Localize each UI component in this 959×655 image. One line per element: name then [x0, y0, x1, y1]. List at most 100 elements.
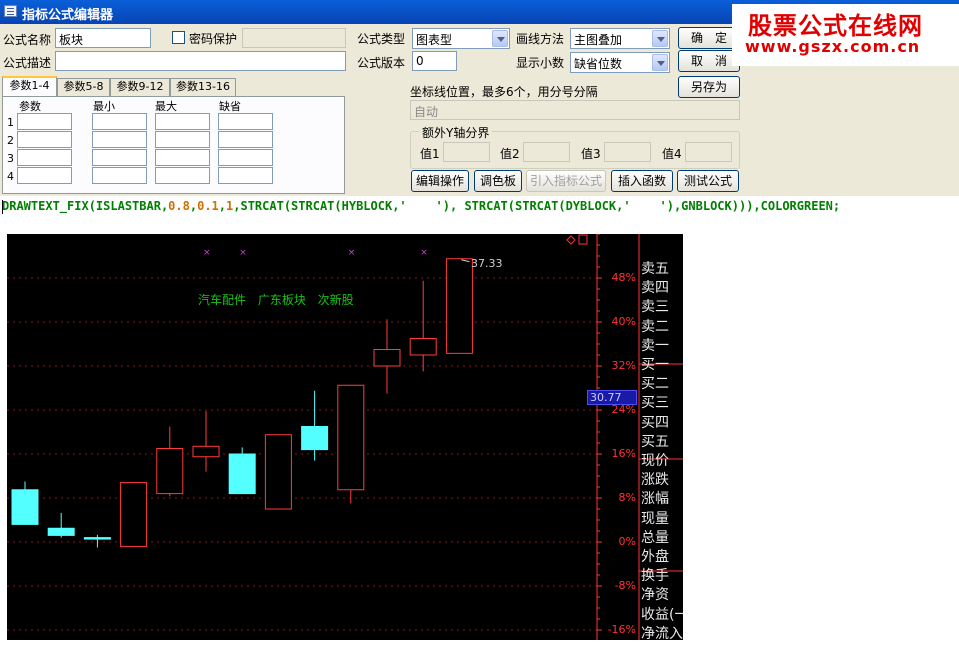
candle-body — [373, 349, 401, 367]
quote-label: 买三 — [641, 395, 669, 412]
quote-label: 外盘 — [641, 549, 669, 565]
param-max-input[interactable] — [155, 113, 210, 130]
param-min-input[interactable] — [92, 113, 147, 130]
formula-version-label: 公式版本 — [357, 56, 406, 70]
y-axis-tick-label: 0% — [618, 535, 636, 548]
tab-params-1-4[interactable]: 参数1-4 — [2, 76, 57, 97]
chevron-down-icon — [652, 54, 668, 71]
quote-label: 卖一 — [641, 337, 669, 354]
param-min-input[interactable] — [92, 167, 147, 184]
chevron-down-icon — [652, 30, 668, 47]
quote-label: 涨跌 — [641, 472, 669, 489]
edit-operation-button[interactable]: 编辑操作 — [411, 170, 469, 192]
quote-label: 卖三 — [641, 299, 669, 316]
quote-label: 卖四 — [641, 280, 669, 297]
decimals-label: 显示小数 — [516, 56, 565, 70]
formula-type-value: 图表型 — [416, 33, 453, 47]
tab-params-13-16[interactable]: 参数13-16 — [170, 78, 236, 96]
watermark-title: 股票公式在线网 — [748, 12, 923, 40]
param-header-default: 缺省 — [219, 100, 241, 113]
param-name-input[interactable] — [17, 113, 72, 130]
stock-block-text: 汽车配件 广东板块 次新股 — [198, 293, 354, 307]
formula-number: 0.1 — [197, 199, 219, 213]
formula-name-input[interactable]: 板块 — [55, 28, 151, 48]
param-row-number: 2 — [7, 134, 14, 147]
save-as-button[interactable]: 另存为 — [678, 76, 740, 98]
extra-y-value2-input — [523, 142, 570, 162]
param-header-max: 最大 — [155, 100, 177, 113]
formula-code: , — [218, 199, 227, 213]
quote-label: 收益(一 — [641, 606, 683, 623]
extra-y-value4-input — [685, 142, 732, 162]
axis-line-input: 自动 — [410, 100, 740, 120]
param-default-input[interactable] — [218, 167, 273, 184]
draw-method-value: 主图叠加 — [574, 33, 623, 47]
y-axis-tick-label: 8% — [618, 491, 636, 504]
extra-y-value1-input — [443, 142, 490, 162]
text-cursor — [2, 200, 3, 214]
window-app-icon — [4, 5, 17, 17]
formula-version-input[interactable]: 0 — [412, 51, 457, 71]
tab-params-9-12[interactable]: 参数9-12 — [110, 78, 170, 96]
candle-body — [47, 527, 75, 536]
y-axis-tick-label: 48% — [611, 271, 636, 284]
candle-body — [337, 384, 365, 491]
test-formula-button[interactable]: 测试公式 — [677, 170, 739, 192]
window-icon — [578, 234, 588, 245]
tab-params-5-8[interactable]: 参数5-8 — [57, 78, 110, 96]
formula-desc-label: 公式描述 — [3, 56, 52, 70]
param-default-input[interactable] — [218, 131, 273, 148]
candle-body — [120, 482, 148, 547]
candle-body — [301, 426, 329, 451]
formula-code: DRAWTEXT_FIX(ISLASTBAR, — [2, 199, 169, 213]
decimals-select[interactable]: 缺省位数 — [570, 52, 670, 73]
palette-button[interactable]: 调色板 — [474, 170, 522, 192]
param-min-input[interactable] — [92, 131, 147, 148]
chevron-down-icon — [492, 30, 508, 47]
param-row-number: 4 — [7, 170, 14, 183]
candle-body — [11, 489, 39, 525]
param-default-input[interactable] — [218, 149, 273, 166]
quote-label: 买四 — [641, 414, 669, 431]
candle-body — [156, 448, 184, 495]
password-protect-checkbox[interactable] — [172, 31, 185, 44]
window-title: 指标公式编辑器 — [22, 8, 114, 23]
param-default-input[interactable] — [218, 113, 273, 130]
quote-label: 买二 — [641, 376, 669, 393]
quote-label: 总量 — [641, 529, 669, 546]
formula-desc-input[interactable] — [55, 51, 346, 71]
draw-method-select[interactable]: 主图叠加 — [570, 28, 670, 49]
param-name-input[interactable] — [17, 167, 72, 184]
quote-label: 现价 — [641, 453, 669, 469]
quote-label: 净流入 — [641, 625, 683, 640]
candlestick-chart: × × × × 汽车配件 广东板块 次新股 37.33 30.77 48% 40% 32%… — [7, 234, 683, 640]
candle-marker: × — [420, 248, 428, 258]
formula-type-select[interactable]: 图表型 — [412, 28, 510, 49]
y-axis-tick-label: 40% — [611, 315, 636, 328]
cancel-button[interactable]: 取 消 — [678, 50, 740, 72]
decimals-value: 缺省位数 — [574, 57, 623, 71]
param-name-input[interactable] — [17, 149, 72, 166]
y-axis-tick-label: -16% — [607, 623, 636, 636]
candle-body — [445, 258, 473, 354]
param-max-input[interactable] — [155, 131, 210, 148]
ok-button[interactable]: 确 定 — [678, 27, 740, 49]
param-max-input[interactable] — [155, 167, 210, 184]
param-name-input[interactable] — [17, 131, 72, 148]
y-axis-tick-label: 24% — [611, 403, 636, 416]
formula-code: , — [189, 199, 198, 213]
param-max-input[interactable] — [155, 149, 210, 166]
extra-y-value2-label: 值2 — [500, 147, 520, 161]
insert-function-button[interactable]: 插入函数 — [611, 170, 673, 192]
quote-label: 买五 — [641, 433, 669, 450]
formula-type-label: 公式类型 — [357, 32, 406, 46]
password-input — [242, 28, 346, 48]
watermark-url: www.gszx.com.cn — [745, 37, 921, 56]
formula-text[interactable]: DRAWTEXT_FIX(ISLASTBAR,0.8,0.1,1,STRCAT(… — [2, 199, 840, 213]
candle-marker: × — [348, 248, 356, 258]
param-min-input[interactable] — [92, 149, 147, 166]
quote-label: 净资 — [641, 587, 669, 604]
quote-label: 买一 — [641, 357, 669, 373]
formula-code: ,STRCAT(STRCAT(HYBLOCK,' '), STRCAT(STRC… — [233, 199, 841, 213]
candle-marker: × — [203, 248, 211, 258]
